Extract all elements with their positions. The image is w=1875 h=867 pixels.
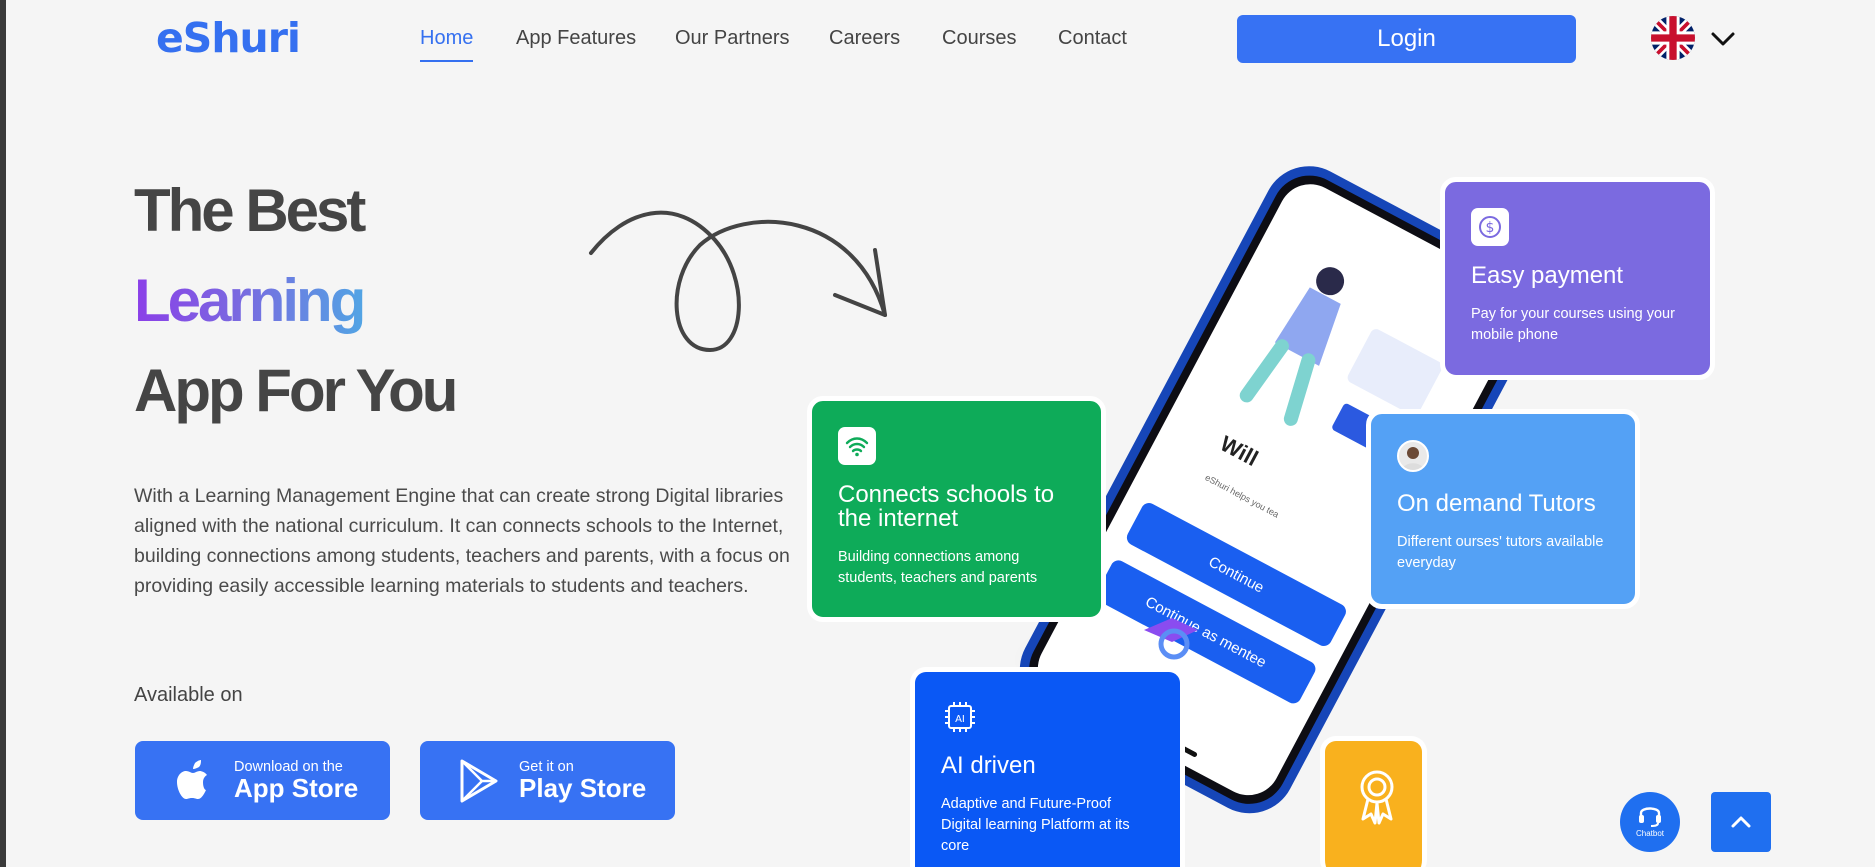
tutor-avatar (1397, 440, 1429, 472)
hero-description: With a Learning Management Engine that c… (134, 485, 790, 597)
chatbot-label: Chatbot (1635, 829, 1665, 838)
card-title: Connects schools to the internet (838, 481, 1055, 532)
card-desc: Building connections among students, tea… (838, 549, 1038, 586)
app-store-big: App Store (234, 773, 359, 803)
hero-title-line3: App For You (134, 357, 458, 424)
phone-heading: Will (1216, 430, 1263, 472)
hero-title-line2: Learning (134, 267, 366, 334)
card-on-demand-tutors: On demand Tutors Different ourses' tutor… (1366, 409, 1640, 609)
card-desc: Different ourses' tutors available every… (1397, 534, 1604, 571)
scroll-to-top-button[interactable] (1711, 792, 1771, 852)
nav-our-partners[interactable]: Our Partners (675, 27, 789, 50)
card-desc: Adaptive and Future-Proof Digital learni… (941, 796, 1130, 854)
award-ribbon-icon (1360, 770, 1394, 825)
card-title: On demand Tutors (1397, 490, 1596, 517)
window-edge (0, 0, 6, 867)
wifi-icon (838, 427, 876, 465)
card-award (1320, 736, 1427, 867)
hero-title-line1: The Best (134, 177, 366, 244)
dollar-icon: $ (1471, 208, 1509, 246)
nav-careers[interactable]: Careers (829, 27, 900, 50)
chevron-up-icon (1731, 816, 1751, 828)
uk-flag-icon[interactable] (1651, 16, 1695, 60)
svg-text:AI: AI (955, 714, 965, 725)
play-store-big: Play Store (519, 773, 647, 803)
ai-chip-icon: AI (941, 698, 979, 736)
graduation-logo-icon (1144, 618, 1198, 660)
svg-text:$: $ (1486, 220, 1495, 236)
app-store-button[interactable]: Download on the App Store (135, 741, 390, 820)
card-connects-schools: Connects schools to the internet Buildin… (807, 396, 1106, 622)
nav-courses[interactable]: Courses (942, 27, 1016, 50)
nav-home[interactable]: Home (420, 27, 474, 62)
available-on-label: Available on (134, 684, 243, 706)
logo[interactable]: eShuri (156, 14, 301, 62)
apple-icon (173, 759, 215, 803)
phone-small-text: eShuri helps you tea (1203, 472, 1281, 520)
login-button[interactable]: Login (1237, 15, 1576, 63)
card-ai-driven: AI AI driven Adaptive and Future-Proof D… (910, 667, 1185, 867)
card-title: Easy payment (1471, 262, 1624, 289)
card-easy-payment: $ Easy payment Pay for your courses usin… (1440, 177, 1715, 380)
nav-contact[interactable]: Contact (1058, 27, 1127, 50)
play-store-button[interactable]: Get it on Play Store (420, 741, 675, 820)
headset-icon (1639, 807, 1661, 827)
chevron-down-icon[interactable] (1710, 26, 1736, 52)
nav-app-features[interactable]: App Features (516, 27, 636, 50)
card-title: AI driven (941, 752, 1036, 779)
curly-arrow-icon (589, 210, 887, 353)
chatbot-button[interactable]: Chatbot (1620, 792, 1680, 852)
card-desc: Pay for your courses using your mobile p… (1471, 306, 1675, 343)
play-store-icon (458, 759, 500, 803)
